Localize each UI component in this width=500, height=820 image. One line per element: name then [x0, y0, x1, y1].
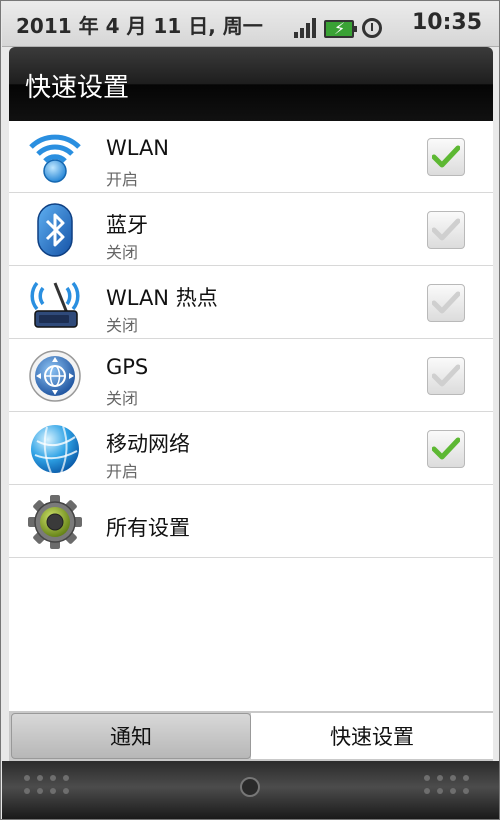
tab-quick-settings[interactable]: 快速设置: [251, 713, 493, 759]
setting-row-wlan[interactable]: WLAN 开启: [9, 121, 493, 193]
mobile-network-icon: [27, 421, 83, 477]
row-title: WLAN 热点: [106, 286, 218, 310]
drag-handle[interactable]: [240, 777, 260, 797]
gear-icon: [27, 494, 83, 550]
panel-handle-bar[interactable]: [2, 761, 499, 819]
bluetooth-checkbox[interactable]: [427, 211, 465, 249]
gps-icon: [27, 348, 83, 404]
battery-icon: ⚡: [324, 19, 357, 38]
wlan-checkbox[interactable]: [427, 138, 465, 176]
setting-row-mobile-network[interactable]: 移动网络 开启: [9, 413, 493, 485]
row-status: 关闭: [106, 316, 139, 335]
row-status: 开启: [106, 170, 139, 189]
quick-settings-screen: 2011 年 4 月 11 日, 周一 ⚡ 10:35 快速设置 WLAN 开启…: [0, 0, 500, 820]
check-icon: [432, 145, 460, 168]
wlan-hotspot-checkbox[interactable]: [427, 284, 465, 322]
grip-dots-right: [424, 775, 469, 794]
wifi-icon: [27, 129, 83, 185]
check-icon: [432, 364, 460, 387]
row-status: 关闭: [106, 389, 139, 408]
check-icon: [432, 291, 460, 314]
setting-row-bluetooth[interactable]: 蓝牙 关闭: [9, 194, 493, 266]
row-title: 所有设置: [106, 516, 190, 540]
row-title: WLAN: [106, 136, 170, 160]
hotspot-icon: [27, 275, 83, 331]
gps-checkbox[interactable]: [427, 357, 465, 395]
setting-row-wlan-hotspot[interactable]: WLAN 热点 关闭: [9, 267, 493, 339]
row-status: 关闭: [106, 243, 139, 262]
bluetooth-icon: [27, 202, 83, 258]
status-date: 2011 年 4 月 11 日, 周一: [16, 13, 263, 38]
status-time: 10:35: [411, 10, 482, 35]
tab-notifications[interactable]: 通知: [11, 713, 251, 759]
row-title: 移动网络: [106, 432, 190, 456]
row-title: GPS: [106, 355, 149, 379]
setting-row-all-settings[interactable]: 所有设置: [9, 486, 493, 558]
check-icon: [432, 437, 460, 460]
signal-icon: [294, 16, 316, 38]
status-icons: ⚡: [294, 12, 382, 38]
panel-tabs: 通知 快速设置: [9, 711, 493, 761]
status-bar: 2011 年 4 月 11 日, 周一 ⚡ 10:35: [2, 2, 499, 47]
mobile-network-checkbox[interactable]: [427, 430, 465, 468]
panel-header: 快速设置: [9, 47, 493, 121]
grip-dots-left: [24, 775, 69, 794]
settings-list: WLAN 开启 蓝牙 关闭 WLAN 热点 关闭 GPS 关闭 移动网络 开启 …: [9, 121, 493, 711]
setting-row-gps[interactable]: GPS 关闭: [9, 340, 493, 412]
panel-title: 快速设置: [25, 73, 130, 103]
row-status: 开启: [106, 462, 139, 481]
check-icon: [432, 218, 460, 241]
row-title: 蓝牙: [106, 213, 148, 237]
alarm-icon: [362, 18, 382, 38]
